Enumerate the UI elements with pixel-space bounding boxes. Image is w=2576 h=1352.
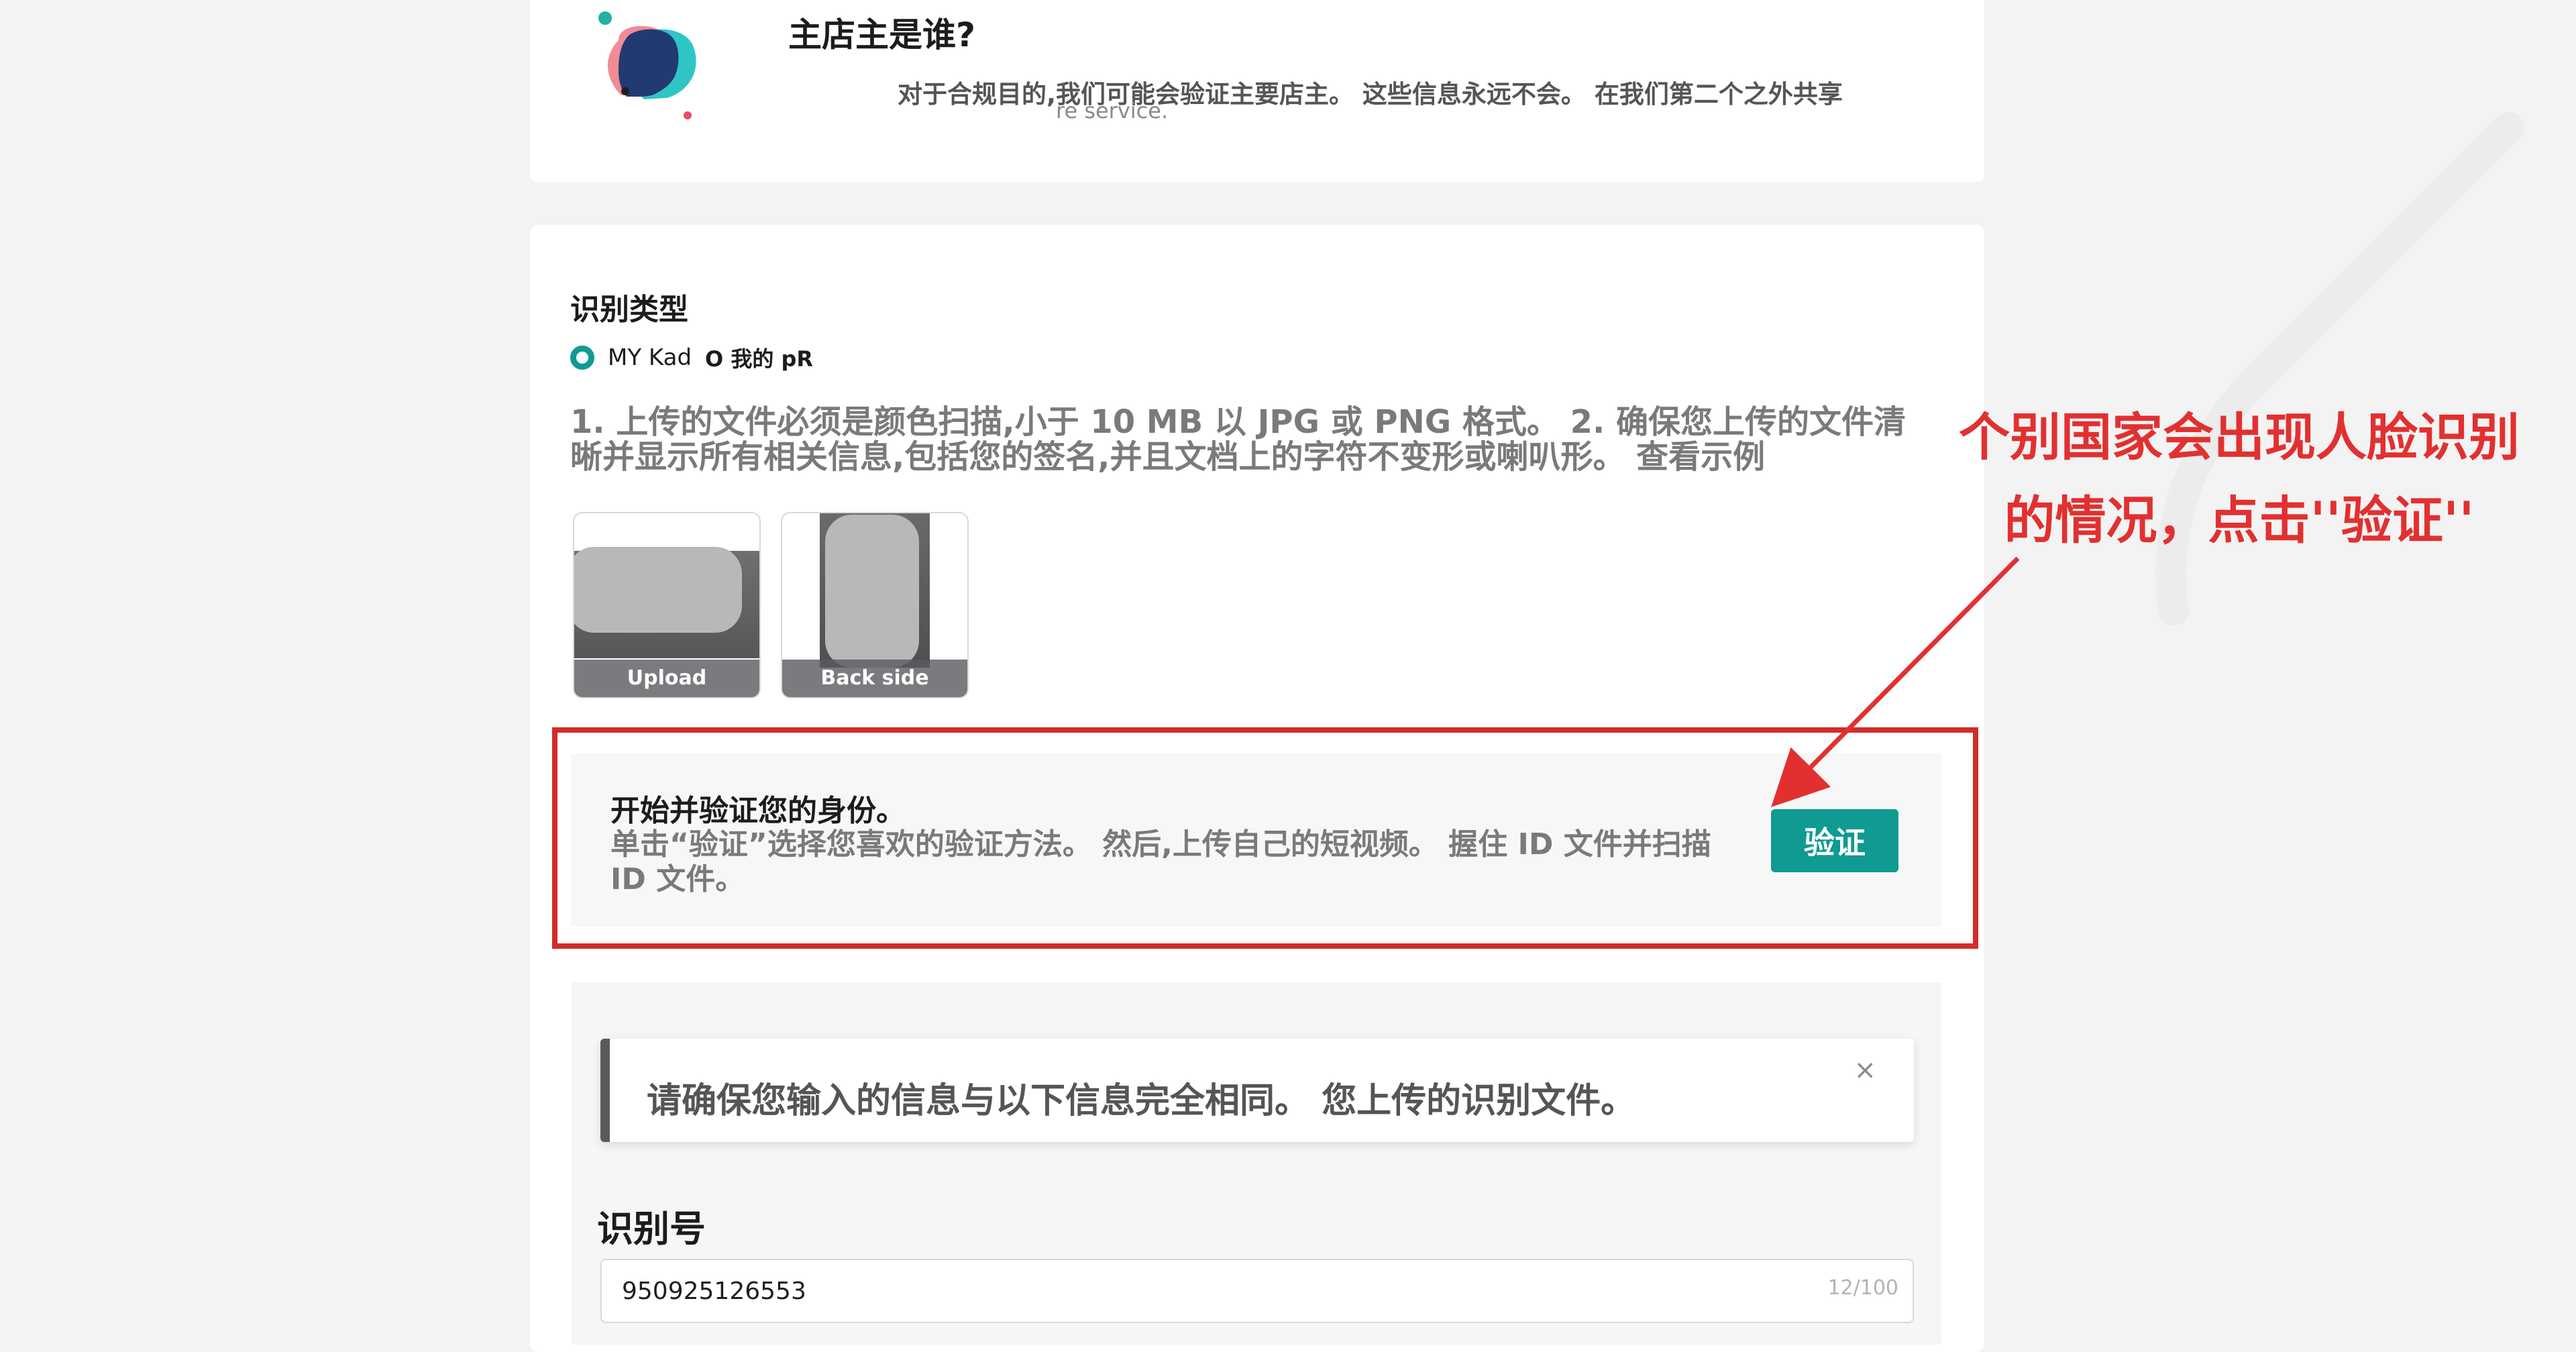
- identification-type-radio-group: MY Kad O 我的 pR: [570, 341, 813, 374]
- close-icon[interactable]: ×: [1854, 1055, 1876, 1086]
- radio-option-mypr[interactable]: O 我的 pR: [705, 342, 813, 373]
- radio-option-mykad[interactable]: MY Kad: [608, 344, 692, 371]
- annotation-line-2: 的情况，点击''验证'': [2004, 490, 2475, 550]
- annotation-callout: 个别国家会出现人脸识别 的情况，点击''验证'': [1917, 396, 2561, 562]
- id-number-input[interactable]: [600, 1259, 1914, 1323]
- highlight-box: [552, 727, 1978, 949]
- front-tile-caption: Upload: [574, 660, 759, 697]
- upload-front-tile[interactable]: Upload: [573, 512, 761, 698]
- upload-instructions: 1. 上传的文件必须是颜色扫描,小于 10 MB 以 JPG 或 PNG 格式。…: [570, 403, 1906, 476]
- upload-back-tile[interactable]: Back side: [781, 512, 969, 698]
- annotation-line-1: 个别国家会出现人脸识别: [1959, 407, 2520, 467]
- privacy-blur: [574, 547, 742, 633]
- owner-description-tail: re service.: [1056, 98, 1169, 123]
- privacy-blur: [825, 515, 919, 668]
- radio-selected-icon[interactable]: [570, 346, 594, 370]
- face-illustration-icon: [598, 11, 696, 119]
- info-notice: 请确保您输入的信息与以下信息完全相同。 您上传的识别文件。 ×: [600, 1039, 1914, 1142]
- notice-text: 请确保您输入的信息与以下信息完全相同。 您上传的识别文件。: [647, 1081, 1636, 1121]
- id-number-label: 识别号: [597, 1208, 706, 1250]
- identification-type-label: 识别类型: [570, 293, 688, 327]
- owner-title: 主店主是谁?: [788, 15, 976, 54]
- id-character-counter: 12/100: [1827, 1276, 1898, 1300]
- back-tile-caption: Back side: [782, 660, 967, 697]
- owner-description: 对于合规目的,我们可能会验证主要店主。 这些信息永远不会。 在我们第二个之外共享: [898, 80, 1843, 109]
